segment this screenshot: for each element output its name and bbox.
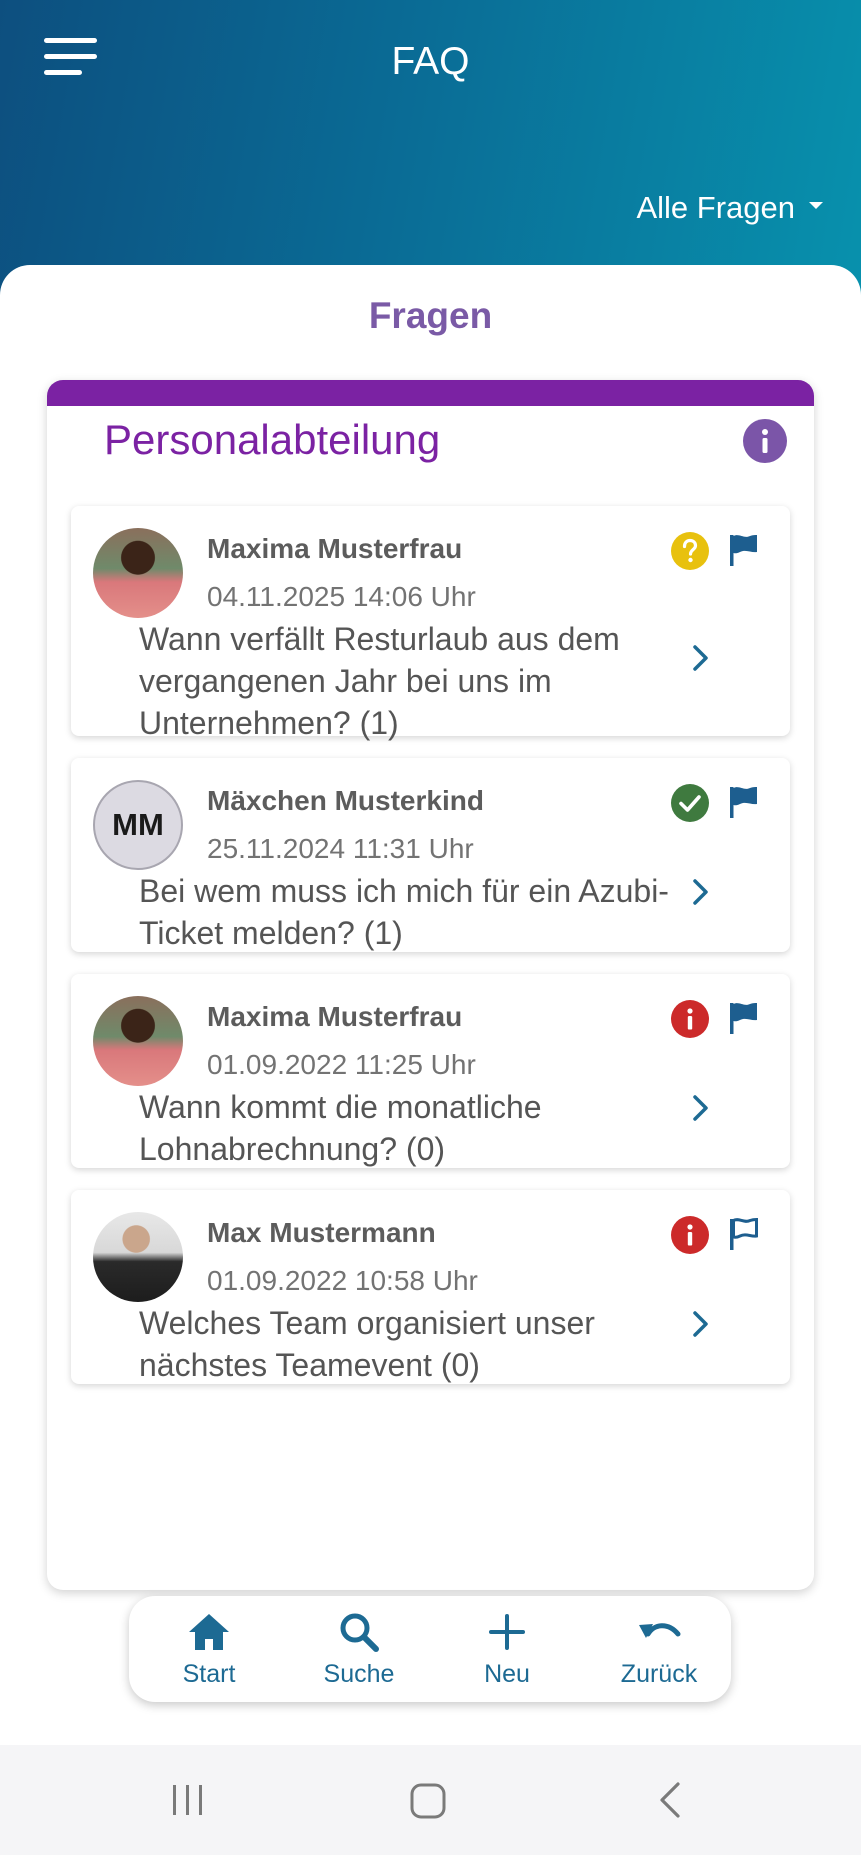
question-text: Wann kommt die monatliche Lohnabrechnung… [139, 1089, 542, 1167]
question-card[interactable]: Max Mustermann 01.09.2022 10:58 Uhr Welc… [71, 1190, 790, 1384]
post-date: 01.09.2022 10:58 Uhr [207, 1265, 478, 1296]
bottom-navigation: Start Suche Neu Zurück [129, 1596, 731, 1702]
category-title: Personalabteilung [104, 416, 441, 463]
caret-down-icon [809, 201, 823, 209]
flag-icon[interactable] [727, 1000, 761, 1036]
info-icon [671, 1216, 709, 1254]
recent-apps-icon[interactable] [170, 1783, 206, 1817]
category-accent-bar [47, 380, 814, 406]
page-title: FAQ [391, 40, 470, 83]
nav-label: Start [182, 1660, 236, 1688]
nav-label: Zurück [620, 1660, 698, 1688]
nav-label: Suche [323, 1660, 395, 1688]
question-text: Wann verfällt Resturlaub aus dem vergang… [139, 621, 620, 741]
info-icon [671, 1000, 709, 1038]
post-date: 01.09.2022 11:25 Uhr [207, 1049, 476, 1080]
avatar [93, 996, 183, 1086]
undo-icon [639, 1623, 681, 1638]
avatar [93, 1212, 183, 1302]
check-icon [671, 784, 709, 822]
author-name: Max Mustermann [207, 1217, 436, 1248]
question-card[interactable]: Maxima Musterfrau 01.09.2022 11:25 Uhr W… [71, 974, 790, 1168]
avatar [93, 528, 183, 618]
question-card[interactable]: MM Mäxchen Musterkind 25.11.2024 11:31 U… [71, 758, 790, 952]
plus-icon [489, 1614, 525, 1650]
post-date: 25.11.2024 11:31 Uhr [207, 833, 474, 864]
nav-label: Neu [484, 1660, 530, 1688]
nav-start[interactable]: Start [149, 1596, 269, 1702]
nav-search[interactable]: Suche [299, 1596, 419, 1702]
flag-outline-icon[interactable] [727, 1216, 761, 1252]
chevron-right-icon[interactable] [689, 1308, 713, 1340]
chevron-right-icon[interactable] [689, 642, 713, 674]
question-card[interactable]: Maxima Musterfrau 04.11.2025 14:06 Uhr W… [71, 506, 790, 741]
avatar: MM [93, 780, 183, 870]
question-icon [671, 532, 709, 570]
content-sheet: Fragen Personalabteilung Maxima Musterfr… [0, 265, 861, 1745]
info-icon[interactable] [743, 419, 787, 463]
question-text: Welches Team organisiert unser nächstes … [139, 1305, 595, 1383]
nav-back[interactable]: Zurück [599, 1596, 719, 1702]
home-circle-icon[interactable] [409, 1782, 447, 1820]
home-icon [189, 1614, 229, 1650]
search-icon [340, 1613, 379, 1652]
app-header: FAQ Alle Fragen [0, 0, 861, 300]
post-date: 04.11.2025 14:06 Uhr [207, 581, 476, 612]
section-title: Fragen [368, 295, 493, 336]
chevron-right-icon[interactable] [689, 876, 713, 908]
back-icon[interactable] [656, 1780, 684, 1820]
system-navigation-bar [0, 1745, 861, 1855]
author-name: Maxima Musterfrau [207, 1001, 463, 1032]
author-name: Maxima Musterfrau [207, 533, 463, 564]
flag-icon[interactable] [727, 532, 761, 568]
filter-dropdown[interactable]: Alle Fragen [636, 190, 823, 226]
author-name: Mäxchen Musterkind [207, 785, 484, 816]
question-text: Bei wem muss ich mich für ein Azubi-Tick… [139, 873, 669, 951]
nav-new[interactable]: Neu [447, 1596, 567, 1702]
category-card: Personalabteilung Maxima Musterfrau 04.1… [47, 380, 814, 1590]
chevron-right-icon[interactable] [689, 1092, 713, 1124]
filter-label: Alle Fragen [636, 190, 795, 225]
flag-icon[interactable] [727, 784, 761, 820]
